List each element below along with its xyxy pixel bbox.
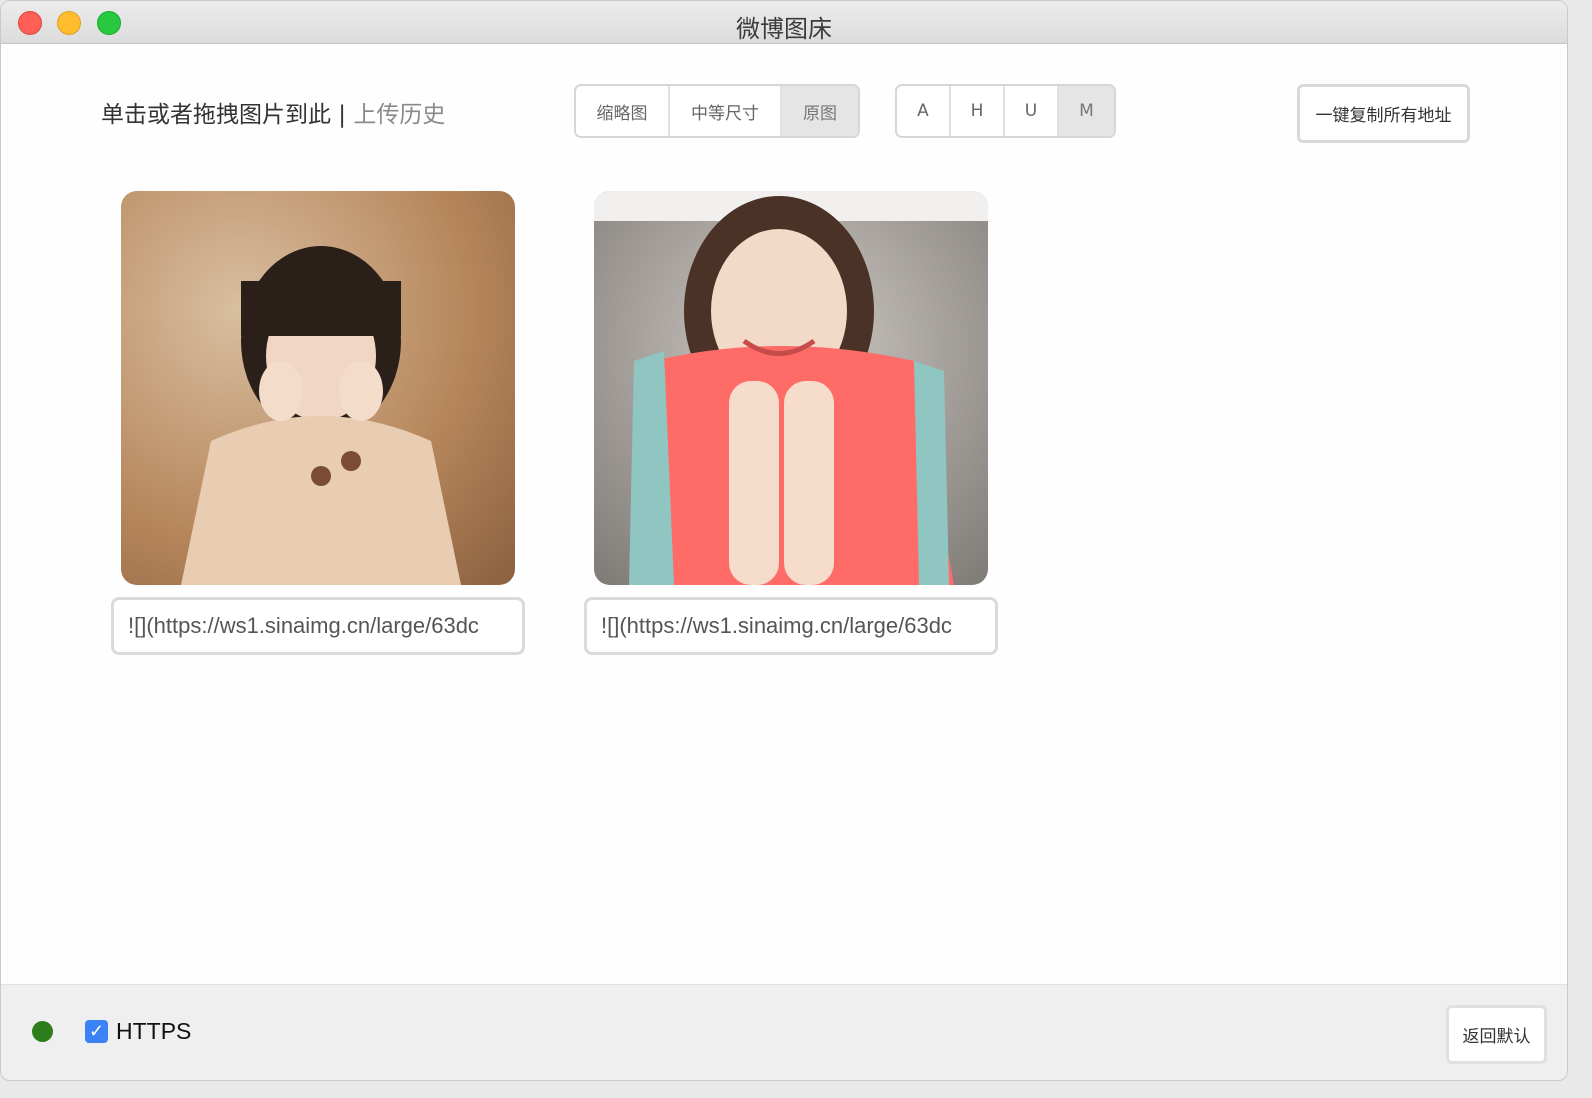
upload-drop-hint[interactable]: 单击或者拖拽图片到此 | 上传历史 <box>101 95 445 129</box>
portrait-photo-icon <box>181 246 461 585</box>
markdown-url-field[interactable] <box>111 597 525 655</box>
https-checkbox[interactable]: ✓ <box>85 1020 108 1043</box>
reset-defaults-button[interactable]: 返回默认 <box>1446 1005 1547 1064</box>
link-format-selector: A H U M <box>895 84 1116 138</box>
https-label: HTTPS <box>116 1018 192 1044</box>
title-bar: 微博图床 <box>1 1 1567 44</box>
uploaded-image-thumbnail[interactable] <box>594 191 988 585</box>
size-option-medium[interactable]: 中等尺寸 <box>670 86 782 136</box>
image-size-selector: 缩略图 中等尺寸 原图 <box>574 84 860 138</box>
footer-bar: ✓ HTTPS 返回默认 <box>1 984 1567 1080</box>
markdown-url-field[interactable] <box>584 597 998 655</box>
upload-history-link[interactable]: 上传历史 <box>353 102 445 128</box>
app-window: 微博图床 单击或者拖拽图片到此 | 上传历史 缩略图 中等尺寸 原图 A H U… <box>0 0 1568 1081</box>
size-option-thumbnail[interactable]: 缩略图 <box>576 86 670 136</box>
upload-instruction: 单击或者拖拽图片到此 <box>101 102 331 128</box>
format-option-a[interactable]: A <box>897 86 951 136</box>
format-option-h[interactable]: H <box>951 86 1005 136</box>
format-option-m[interactable]: M <box>1059 86 1114 136</box>
size-option-original[interactable]: 原图 <box>782 86 858 136</box>
separator: | <box>331 102 354 128</box>
https-toggle[interactable]: ✓ HTTPS <box>85 1018 191 1045</box>
connection-status-indicator <box>32 1021 53 1042</box>
copy-all-urls-button[interactable]: 一键复制所有地址 <box>1297 84 1470 143</box>
window-title: 微博图床 <box>736 15 832 43</box>
portrait-photo-icon <box>594 191 988 585</box>
uploaded-image-thumbnail[interactable] <box>121 191 515 585</box>
format-option-u[interactable]: U <box>1005 86 1059 136</box>
